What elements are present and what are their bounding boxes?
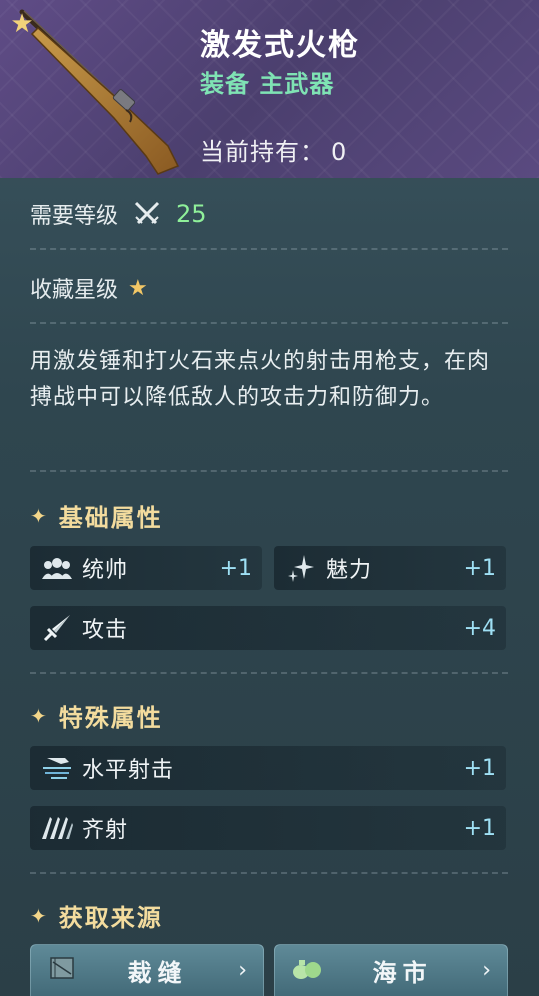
holding-label: 当前持有： (200, 138, 325, 166)
market-icon (291, 954, 323, 986)
source-button-label: 裁缝 (127, 958, 188, 987)
source-button-tailor[interactable]: 裁缝 › (30, 944, 264, 996)
sources-title: ✦ 获取来源 (30, 898, 163, 933)
divider (30, 470, 508, 472)
required-level-value: 25 (176, 200, 207, 228)
collection-star-label: 收藏星级 (30, 278, 119, 303)
divider (30, 872, 508, 874)
crossed-swords-icon (134, 201, 160, 225)
attribute-row-volley: 齐射 +1 (30, 806, 506, 850)
required-level-row: 需要等级 25 (30, 198, 207, 230)
tailor-icon (47, 954, 77, 986)
favorite-star-icon[interactable]: ★ (8, 10, 36, 38)
source-button-label: 海市 (372, 958, 433, 987)
attribute-row-charm: 魅力 +1 (274, 546, 506, 590)
divider (30, 322, 508, 324)
attribute-row-attack: 攻击 +4 (30, 606, 506, 650)
sparkle-icon: ✦ (30, 903, 49, 928)
star-icon: ★ (128, 275, 148, 301)
basic-attributes-label: 基础属性 (58, 504, 163, 532)
chevron-right-icon: › (482, 957, 491, 983)
attribute-row-leadership: 统帅 +1 (30, 546, 262, 590)
item-header: ★ 激发式火枪 装备 主武器 当前持有： 0 (0, 0, 539, 178)
collection-star-row: 收藏星级 ★ (30, 272, 148, 304)
attribute-label: 水平射击 (82, 758, 175, 783)
special-attributes-title: ✦ 特殊属性 (30, 698, 163, 733)
chevron-right-icon: › (238, 957, 247, 983)
attribute-label: 统帅 (82, 558, 129, 583)
musket-image (19, 9, 180, 175)
holding-count: 0 (331, 138, 348, 166)
attribute-value: +1 (463, 815, 496, 841)
sparkle-icon: ✦ (30, 503, 49, 528)
special-attributes-label: 特殊属性 (58, 704, 163, 732)
attribute-value: +1 (463, 555, 496, 581)
item-type-label: 装备 主武器 (200, 70, 335, 98)
required-level-label: 需要等级 (30, 204, 119, 229)
divider (30, 672, 508, 674)
attribute-label: 攻击 (82, 618, 129, 643)
attribute-row-horizontal-shot: 水平射击 +1 (30, 746, 506, 790)
horizontal-shot-icon (40, 751, 74, 785)
sparkle-icon: ✦ (30, 703, 49, 728)
item-detail-panel: ⚔ ★ 激发式火枪 装备 主武器 当前持有： 0 需要等级 25 收藏星级 ★ … (0, 0, 539, 996)
volley-icon (40, 811, 74, 845)
divider (30, 248, 508, 250)
attribute-value: +4 (463, 615, 496, 641)
attribute-value: +1 (219, 555, 252, 581)
attribute-label: 齐射 (82, 818, 129, 843)
sources-label: 获取来源 (58, 904, 163, 932)
basic-attributes-title: ✦ 基础属性 (30, 498, 163, 533)
attribute-value: +1 (463, 755, 496, 781)
people-icon (40, 551, 74, 585)
holding-count-row: 当前持有： 0 (200, 132, 347, 167)
sword-icon (40, 611, 74, 645)
source-button-market[interactable]: 海市 › (274, 944, 508, 996)
sparkle-icon (284, 551, 318, 585)
item-description: 用激发锤和打火石来点火的射击用枪支，在肉搏战中可以降低敌人的攻击力和防御力。 (30, 349, 491, 410)
item-title: 激发式火枪 (200, 28, 360, 63)
attribute-label: 魅力 (326, 558, 373, 583)
